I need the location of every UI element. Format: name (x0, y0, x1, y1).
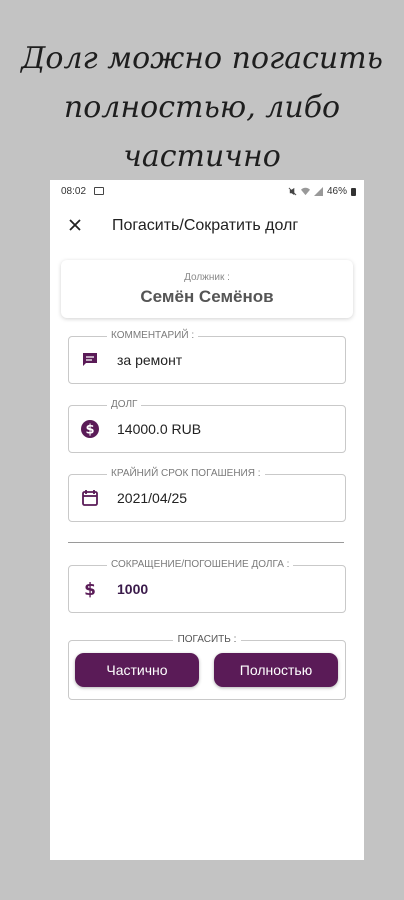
divider (68, 542, 344, 543)
debt-field[interactable]: ДОЛГ $ 14000.0 RUB (68, 399, 346, 453)
page-title: Погасить/Сократить долг (112, 217, 299, 234)
mute-icon (288, 187, 297, 196)
status-time: 08:02 (61, 186, 87, 197)
signal-icon (313, 187, 323, 196)
debtor-card: Должник : Семён Семёнов (61, 260, 353, 318)
reduction-label: СОКРАЩЕНИЕ/ПОГОШЕНИЕ ДОЛГА : (107, 559, 294, 570)
repay-group: ПОГАСИТЬ : Частично Полностью (68, 634, 346, 700)
comment-value: за ремонт (117, 352, 183, 368)
svg-text:$: $ (85, 423, 94, 438)
battery-percent: 46% (326, 186, 347, 197)
svg-text:$: $ (84, 580, 96, 599)
reduction-value[interactable]: 1000 (117, 581, 148, 597)
promo-line-1: Долг можно погасить (21, 41, 383, 76)
deadline-value: 2021/04/25 (117, 490, 188, 506)
image-notification-icon (94, 187, 104, 195)
deadline-field[interactable]: КРАЙНИЙ СРОК ПОГАШЕНИЯ : 2021/04/25 (68, 468, 346, 522)
debtor-name: Семён Семёнов (140, 287, 274, 306)
promo-caption: Долг можно погасить полностью, либо част… (0, 34, 404, 181)
full-repay-button[interactable]: Полностью (214, 653, 338, 687)
repay-label: ПОГАСИТЬ : (69, 634, 345, 645)
close-icon[interactable] (64, 214, 86, 236)
deadline-label: КРАЙНИЙ СРОК ПОГАШЕНИЯ : (107, 468, 265, 479)
comment-field[interactable]: КОММЕНТАРИЙ : за ремонт (68, 330, 346, 384)
dollar-sign-icon: $ (80, 579, 100, 599)
wifi-icon (300, 187, 310, 196)
status-bar: 08:02 46% (50, 180, 364, 202)
promo-line-2: полностью, либо частично (63, 90, 341, 174)
calendar-icon (80, 488, 100, 508)
comment-icon (80, 350, 100, 370)
app-bar: Погасить/Сократить долг (50, 202, 364, 252)
debt-label: ДОЛГ (107, 399, 142, 410)
debtor-label: Должник : (184, 272, 230, 283)
partial-repay-button[interactable]: Частично (75, 653, 199, 687)
dollar-circle-icon: $ (80, 419, 100, 439)
reduction-field[interactable]: СОКРАЩЕНИЕ/ПОГОШЕНИЕ ДОЛГА : $ 1000 (68, 559, 346, 613)
battery-icon (351, 187, 356, 196)
debt-value: 14000.0 RUB (117, 421, 202, 437)
phone-screen: 08:02 46% Погасить/Сократить долг Должни… (50, 180, 364, 860)
status-right: 46% (288, 186, 356, 197)
comment-label: КОММЕНТАРИЙ : (107, 330, 199, 341)
